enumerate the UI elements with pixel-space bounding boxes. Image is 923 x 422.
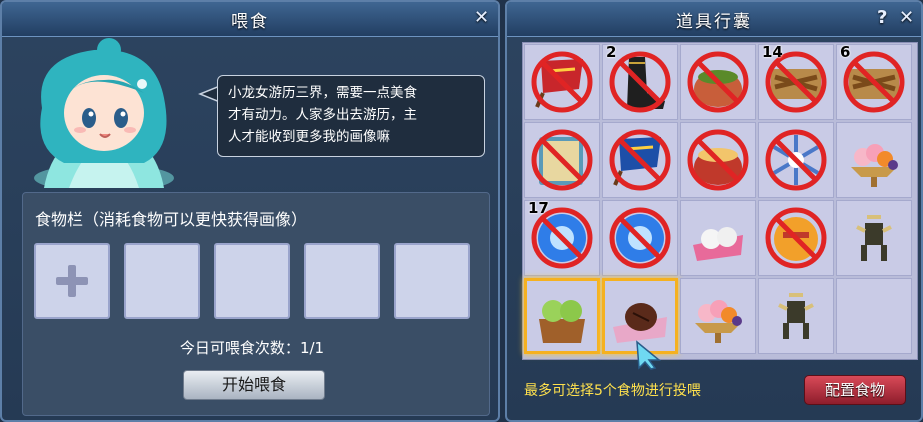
plus-icon <box>56 265 88 297</box>
fruit-platter-icon <box>851 144 898 187</box>
inventory-slot[interactable] <box>680 278 756 354</box>
inventory-slot[interactable] <box>758 278 834 354</box>
inventory-slot[interactable] <box>836 122 912 198</box>
inventory-slot[interactable] <box>602 122 678 198</box>
selection-hint: 最多可选择5个食物进行投喂 <box>524 383 701 399</box>
inventory-slot[interactable] <box>524 278 600 354</box>
snowflake-icon <box>765 129 827 191</box>
bag-title-bar: 道具行囊 ? ✕ <box>507 2 921 37</box>
inventory-slot[interactable] <box>758 122 834 198</box>
inventory-slot[interactable] <box>758 200 834 276</box>
item-quantity: 14 <box>762 43 783 61</box>
daily-feed-label: 今日可喂食次数： <box>179 339 300 357</box>
red-flag-scroll-icon <box>531 51 593 113</box>
black-boot-icon <box>609 51 671 113</box>
xiaolongnv-avatar <box>34 38 174 188</box>
speech-line: 人才能收到更多我的画像嘛 <box>228 129 390 145</box>
bronze-vessel-icon <box>856 215 892 261</box>
food-slot[interactable] <box>124 243 200 319</box>
inventory-slot[interactable]: 14 <box>758 43 834 120</box>
feed-window: 喂食 ✕ 小龙女游历三界，需要一点美食 才有动力。人家多出去游历，主 人才能收到… <box>0 0 500 422</box>
herb-bowl-icon <box>687 51 749 113</box>
inventory-slot[interactable]: 2 <box>602 43 678 120</box>
bag-close-button[interactable]: ✕ <box>899 8 914 28</box>
inventory-slot[interactable] <box>836 200 912 276</box>
rice-ball-icon <box>693 227 743 261</box>
speech-line: 才有动力。人家多出去游历，主 <box>228 107 417 123</box>
fruit-platter-icon <box>695 300 742 343</box>
daily-feed-count: 今日可喂食次数：1/1 <box>2 337 502 358</box>
food-bar-title: 食物栏（消耗食物可以更快获得画像） <box>35 210 308 229</box>
item-quantity: 6 <box>840 43 851 61</box>
start-feeding-button[interactable]: 开始喂食 <box>183 370 325 400</box>
food-slot[interactable] <box>394 243 470 319</box>
speech-line: 小龙女游历三界，需要一点美食 <box>228 85 417 101</box>
bag-window-title: 道具行囊 <box>676 12 752 32</box>
inventory-slot[interactable] <box>680 44 756 120</box>
feed-window-title: 喂食 <box>231 12 269 32</box>
inventory-slot[interactable] <box>680 122 756 198</box>
bronze-vessel-icon <box>778 293 814 339</box>
inventory-slot[interactable] <box>524 122 600 198</box>
configure-food-button[interactable]: 配置食物 <box>804 375 906 405</box>
feed-close-button[interactable]: ✕ <box>474 8 489 28</box>
inventory-slot-empty[interactable] <box>836 278 912 354</box>
food-slot[interactable] <box>214 243 290 319</box>
companion-speech-bubble: 小龙女游历三界，需要一点美食 才有动力。人家多出去游历，主 人才能收到更多我的画… <box>217 75 485 157</box>
green-dumpling-box-icon <box>539 300 585 343</box>
item-bag-window: 道具行囊 ? ✕ 2 14 6 17 最多可选择5个食物进行投喂 配置食物 <box>505 0 923 422</box>
inventory-slot[interactable] <box>524 44 600 120</box>
soup-bowl-icon <box>687 129 749 191</box>
blue-orb-icon <box>609 207 671 269</box>
feed-title-bar: 喂食 ✕ <box>2 2 498 37</box>
food-slot[interactable] <box>304 243 380 319</box>
magic-book-icon <box>531 129 593 191</box>
food-slot-add[interactable] <box>34 243 110 319</box>
daily-feed-value: 1/1 <box>299 339 325 357</box>
inventory-slot[interactable]: 6 <box>836 43 912 120</box>
blue-flag-scroll-icon <box>609 129 671 191</box>
inventory-slot[interactable] <box>602 200 678 276</box>
inventory-slot[interactable] <box>680 200 756 276</box>
orange-cake-icon <box>765 207 827 269</box>
inventory-slot[interactable]: 17 <box>524 199 600 276</box>
item-quantity: 17 <box>528 199 549 217</box>
item-quantity: 2 <box>606 43 617 61</box>
skewer-tray-icon <box>843 51 905 113</box>
cursor-icon <box>636 340 662 370</box>
help-button[interactable]: ? <box>877 8 887 28</box>
